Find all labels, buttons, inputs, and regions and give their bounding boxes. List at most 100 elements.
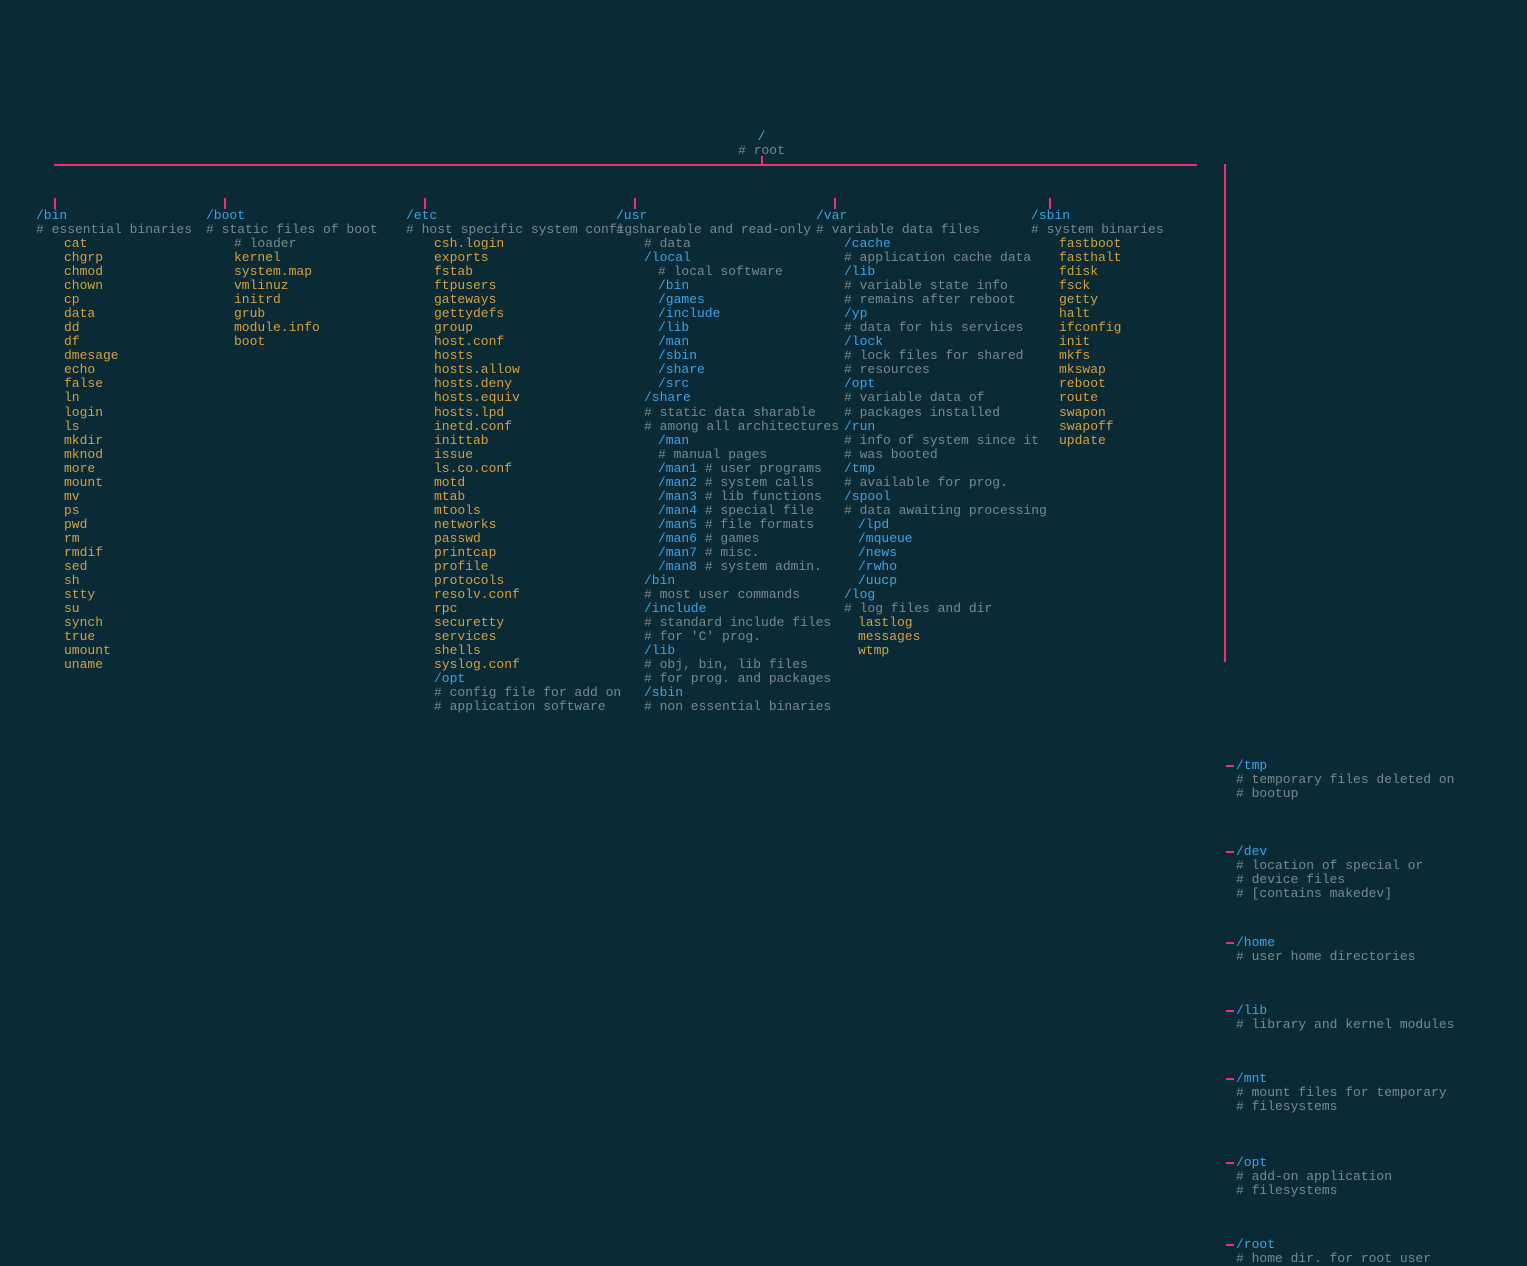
file-entry: hosts.deny [406, 377, 616, 391]
file-entry: login [36, 406, 206, 420]
subdir-entry: /opt [406, 672, 616, 686]
file-entry: boot [206, 335, 406, 349]
subdir-entry: /lib [816, 265, 1031, 279]
file-entry: ls.co.conf [406, 462, 616, 476]
file-entry: dmesage [36, 349, 206, 363]
tree-connector [1226, 942, 1234, 944]
comment-line: # loader [206, 237, 406, 251]
file-entry: ps [36, 504, 206, 518]
file-entry: halt [1031, 307, 1231, 321]
comment-line: # application software [406, 700, 616, 714]
subdir-entry: /log [816, 588, 1031, 602]
subdir-entry: /local [616, 251, 816, 265]
comment-line: # packages installed [816, 406, 1031, 420]
file-entry: stty [36, 588, 206, 602]
subdir-entry: /bin [616, 279, 816, 293]
subdir-entry: /include [616, 307, 816, 321]
file-entry: shells [406, 644, 616, 658]
file-entry: lastlog [816, 616, 1031, 630]
inline-comment: # games [697, 531, 759, 546]
side-entry-lib: /lib# library and kernel modules [1236, 1004, 1454, 1032]
dir-comment: # essential binaries [36, 223, 206, 237]
tree-connector [834, 198, 836, 209]
file-entry: cp [36, 293, 206, 307]
subdir-entry: /tmp [816, 462, 1031, 476]
file-entry: module.info [206, 321, 406, 335]
subdir-entry: /mqueue [816, 532, 1031, 546]
comment-line: # data awaiting processing [816, 504, 1031, 518]
file-entry: ls [36, 420, 206, 434]
comment-line: # local software [616, 265, 816, 279]
dir-comment: # static files of boot [206, 223, 406, 237]
file-entry: grub [206, 307, 406, 321]
comment-line: # among all architectures [616, 420, 816, 434]
subdir-entry: /man8 # system admin. [616, 560, 816, 574]
file-entry: vmlinuz [206, 279, 406, 293]
inline-comment: # lib functions [697, 489, 822, 504]
tree-connector [761, 156, 763, 164]
file-entry: fstab [406, 265, 616, 279]
subdir-entry: /bin [616, 574, 816, 588]
comment-line: # data [616, 237, 816, 251]
file-entry: networks [406, 518, 616, 532]
file-entry: hosts.lpd [406, 406, 616, 420]
subdir-entry: /src [616, 377, 816, 391]
comment-line: # non essential binaries [616, 700, 816, 714]
file-entry: csh.login [406, 237, 616, 251]
tree-connector [424, 198, 426, 209]
file-entry: swapon [1031, 406, 1231, 420]
file-entry: rpc [406, 602, 616, 616]
comment-line: # resources [816, 363, 1031, 377]
subdir-entry: /man1 # user programs [616, 462, 816, 476]
dir-comment: # home dir. for root user [1236, 1252, 1431, 1266]
file-entry: motd [406, 476, 616, 490]
inline-comment: # system calls [697, 475, 814, 490]
file-entry: more [36, 462, 206, 476]
file-entry: init [1031, 335, 1231, 349]
file-entry: inetd.conf [406, 420, 616, 434]
dir-comment: # user home directories [1236, 950, 1415, 964]
file-entry: ln [36, 391, 206, 405]
file-entry: mv [36, 490, 206, 504]
file-entry: gettydefs [406, 307, 616, 321]
file-entry: mtools [406, 504, 616, 518]
dir-name: /opt [1236, 1156, 1392, 1170]
comment-line: # config file for add on [406, 686, 616, 700]
comment-line: # was booted [816, 448, 1031, 462]
file-entry: umount [36, 644, 206, 658]
side-entry-root: /root# home dir. for root user [1236, 1238, 1431, 1266]
file-entry: mknod [36, 448, 206, 462]
subdir-entry: /news [816, 546, 1031, 560]
dir-comment: # temporary files deleted on [1236, 773, 1454, 787]
inline-comment: # special file [697, 503, 814, 518]
subdir-entry: /man [616, 335, 816, 349]
file-entry: mtab [406, 490, 616, 504]
dir-name: /sbin [1031, 209, 1231, 223]
tree-connector [1226, 1244, 1234, 1246]
file-entry: sh [36, 574, 206, 588]
file-entry: cat [36, 237, 206, 251]
subdir-entry: /share [616, 363, 816, 377]
file-entry: initrd [206, 293, 406, 307]
side-entry-opt: /opt# add-on application# filesystems [1236, 1156, 1392, 1198]
tree-column-sbin: /sbin# system binariesfastbootfasthaltfd… [1031, 209, 1231, 714]
dir-comment: # library and kernel modules [1236, 1018, 1454, 1032]
subdir-entry: /lib [616, 321, 816, 335]
side-entry-home: /home# user home directories [1236, 936, 1415, 964]
comment-line: # application cache data [816, 251, 1031, 265]
subdir-entry: /man [616, 434, 816, 448]
file-entry: fdisk [1031, 265, 1231, 279]
dir-comment: # bootup [1236, 787, 1454, 801]
file-entry: fastboot [1031, 237, 1231, 251]
side-entry-tmp: /tmp# temporary files deleted on# bootup [1236, 759, 1454, 801]
subdir-entry: /spool [816, 490, 1031, 504]
comment-line: # info of system since it [816, 434, 1031, 448]
file-entry: issue [406, 448, 616, 462]
file-entry: fsck [1031, 279, 1231, 293]
subdir-entry: /man3 # lib functions [616, 490, 816, 504]
subdir-entry: /sbin [616, 349, 816, 363]
file-entry: resolv.conf [406, 588, 616, 602]
subdir-entry: /yp [816, 307, 1031, 321]
tree-column-bin: /bin# essential binariescatchgrpchmodcho… [36, 209, 206, 714]
comment-line: # for 'C' prog. [616, 630, 816, 644]
